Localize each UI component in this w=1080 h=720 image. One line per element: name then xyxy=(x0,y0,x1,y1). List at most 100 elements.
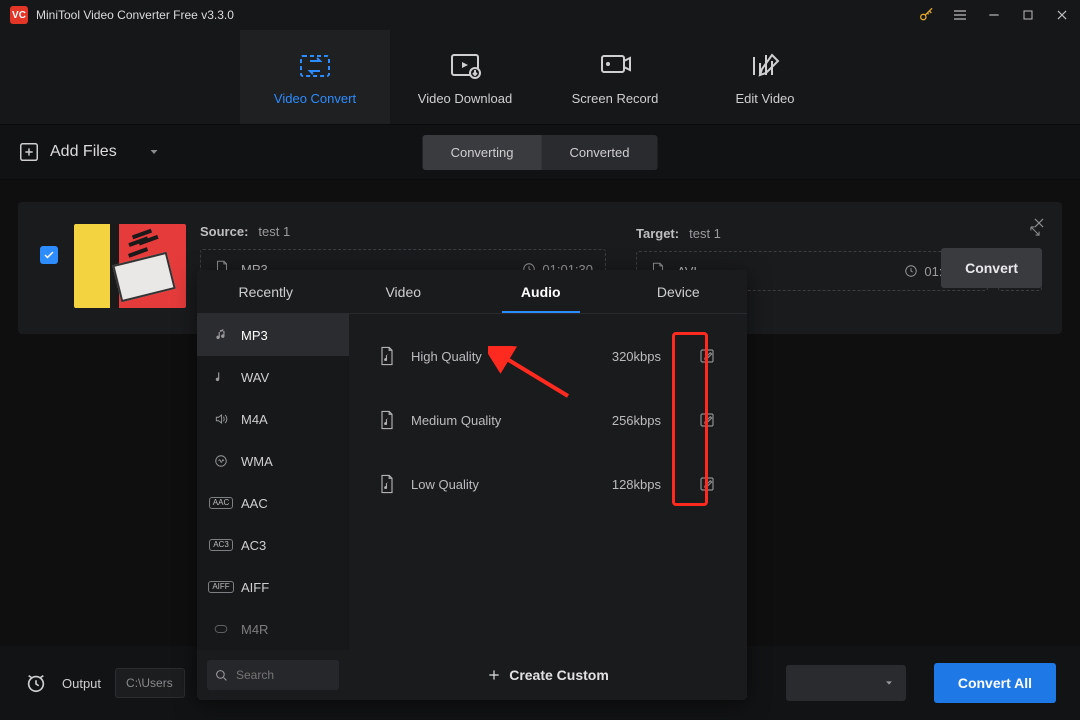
picker-format-item[interactable]: WAV xyxy=(197,356,349,398)
output-format-dropdown[interactable] xyxy=(786,665,906,701)
ringtone-icon xyxy=(211,621,231,637)
format-picker: Recently Video Audio Device MP3 WAV M4A … xyxy=(197,270,747,700)
quality-label: Low Quality xyxy=(411,477,479,492)
output-path-field[interactable]: C:\Users xyxy=(115,668,185,698)
subnav: Add Files Converting Converted xyxy=(0,124,1080,180)
create-custom-button[interactable]: Create Custom xyxy=(349,667,747,683)
convert-button[interactable]: Convert xyxy=(941,248,1042,288)
titlebar-actions xyxy=(918,7,1070,23)
target-filename: test 1 xyxy=(689,226,721,241)
format-badge-icon: AAC xyxy=(211,495,231,511)
record-icon xyxy=(598,49,632,83)
format-badge-icon: AC3 xyxy=(211,537,231,553)
add-files-label: Add Files xyxy=(50,143,117,161)
edit-icon[interactable] xyxy=(697,474,717,494)
picker-format-item[interactable]: M4R xyxy=(197,608,349,650)
picker-quality-item[interactable]: Medium Quality 256kbps xyxy=(349,388,747,452)
format-name: M4R xyxy=(241,622,268,637)
tab-video-download[interactable]: Video Download xyxy=(390,30,540,124)
target-label: Target: xyxy=(636,226,679,241)
tab-screen-record-label: Screen Record xyxy=(572,91,659,106)
speaker-icon xyxy=(211,411,231,427)
picker-footer: Create Custom xyxy=(197,650,747,700)
main-nav: Video Convert Video Download Screen Reco… xyxy=(0,30,1080,124)
picker-format-item[interactable]: AAC AAC xyxy=(197,482,349,524)
add-files-button[interactable]: Add Files xyxy=(18,141,165,163)
titlebar-left: VC MiniTool Video Converter Free v3.3.0 xyxy=(10,6,234,24)
edit-video-icon xyxy=(748,49,782,83)
audio-file-icon xyxy=(377,345,397,367)
clock-icon xyxy=(904,264,918,278)
music-note-icon xyxy=(211,327,231,343)
segment-converting[interactable]: Converting xyxy=(423,135,542,170)
file-thumbnail xyxy=(74,224,186,308)
segment-converted[interactable]: Converted xyxy=(541,135,657,170)
tab-edit-video-label: Edit Video xyxy=(735,91,794,106)
format-name: MP3 xyxy=(241,328,268,343)
search-icon xyxy=(215,669,228,682)
format-search[interactable] xyxy=(207,660,339,690)
close-icon[interactable] xyxy=(1032,216,1046,230)
source-filename: test 1 xyxy=(258,224,290,239)
create-custom-label: Create Custom xyxy=(509,667,609,683)
picker-quality-item[interactable]: High Quality 320kbps xyxy=(349,324,747,388)
format-name: AIFF xyxy=(241,580,269,595)
quality-label: High Quality xyxy=(411,349,482,364)
picker-tab-recently[interactable]: Recently xyxy=(197,270,335,313)
output-path-value: C:\Users xyxy=(126,676,173,690)
edit-icon[interactable] xyxy=(697,410,717,430)
tab-edit-video[interactable]: Edit Video xyxy=(690,30,840,124)
key-icon[interactable] xyxy=(918,7,934,23)
picker-format-item[interactable]: MP3 xyxy=(197,314,349,356)
convert-all-button[interactable]: Convert All xyxy=(934,663,1056,703)
quality-bitrate: 320kbps xyxy=(612,349,661,364)
alarm-icon[interactable] xyxy=(24,671,48,695)
format-badge-icon: AIFF xyxy=(211,579,231,595)
audio-wave-icon xyxy=(211,453,231,469)
chevron-down-icon[interactable] xyxy=(143,141,165,163)
picker-quality-list: High Quality 320kbps Medium Quality 256k… xyxy=(349,314,747,650)
tab-video-download-label: Video Download xyxy=(418,91,512,106)
quality-label: Medium Quality xyxy=(411,413,501,428)
output-label: Output xyxy=(62,676,101,691)
format-name: WMA xyxy=(241,454,273,469)
tab-screen-record[interactable]: Screen Record xyxy=(540,30,690,124)
file-checkbox[interactable] xyxy=(40,246,58,264)
source-label: Source: xyxy=(200,224,248,239)
format-name: M4A xyxy=(241,412,268,427)
window-minimize-icon[interactable] xyxy=(986,7,1002,23)
tab-video-convert-label: Video Convert xyxy=(274,91,356,106)
picker-tab-video[interactable]: Video xyxy=(335,270,473,313)
download-icon xyxy=(448,49,482,83)
picker-tab-device[interactable]: Device xyxy=(610,270,748,313)
convert-icon xyxy=(298,49,332,83)
format-picker-tabs: Recently Video Audio Device xyxy=(197,270,747,314)
picker-format-item[interactable]: M4A xyxy=(197,398,349,440)
picker-format-item[interactable]: WMA xyxy=(197,440,349,482)
picker-format-item[interactable]: AIFF AIFF xyxy=(197,566,349,608)
add-files-icon xyxy=(18,141,40,163)
picker-format-list[interactable]: MP3 WAV M4A WMA AAC AAC AC3 AC3 xyxy=(197,314,349,650)
edit-icon[interactable] xyxy=(697,346,717,366)
tab-video-convert[interactable]: Video Convert xyxy=(240,30,390,124)
window-maximize-icon[interactable] xyxy=(1020,7,1036,23)
format-name: WAV xyxy=(241,370,269,385)
status-segment: Converting Converted xyxy=(423,135,658,170)
quality-bitrate: 128kbps xyxy=(612,477,661,492)
audio-file-icon xyxy=(377,473,397,495)
plus-icon xyxy=(487,668,501,682)
window-close-icon[interactable] xyxy=(1054,7,1070,23)
app-title: MiniTool Video Converter Free v3.3.0 xyxy=(36,8,234,22)
picker-quality-item[interactable]: Low Quality 128kbps xyxy=(349,452,747,516)
menu-icon[interactable] xyxy=(952,7,968,23)
music-note-icon xyxy=(211,369,231,385)
app-logo: VC xyxy=(10,6,28,24)
picker-tab-audio[interactable]: Audio xyxy=(472,270,610,313)
format-name: AC3 xyxy=(241,538,266,553)
format-name: AAC xyxy=(241,496,268,511)
format-search-input[interactable] xyxy=(236,668,326,682)
chevron-down-icon xyxy=(884,678,894,688)
quality-bitrate: 256kbps xyxy=(612,413,661,428)
picker-format-item[interactable]: AC3 AC3 xyxy=(197,524,349,566)
audio-file-icon xyxy=(377,409,397,431)
